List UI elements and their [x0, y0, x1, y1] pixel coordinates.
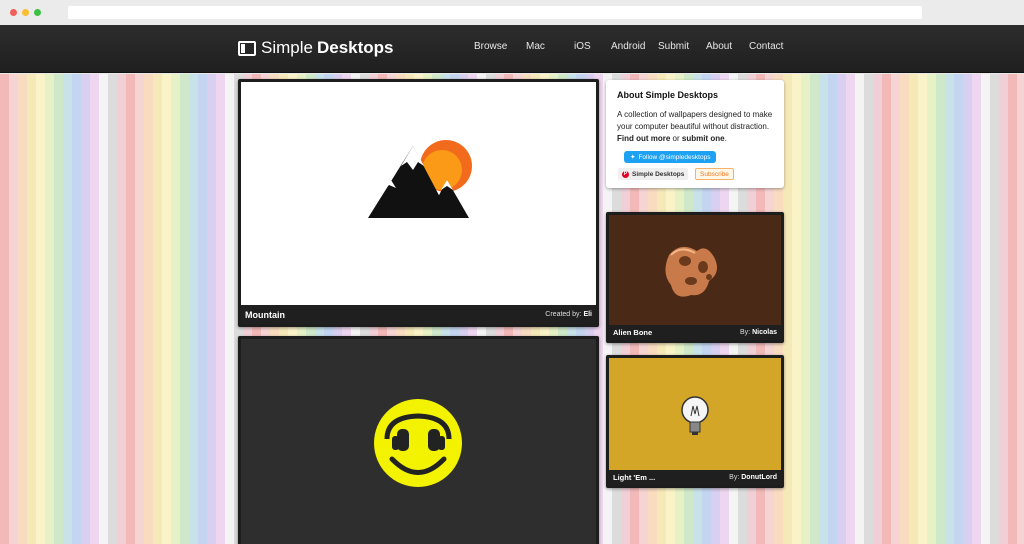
wallpaper-credit: By: DonutLord	[729, 474, 777, 481]
nav-submit[interactable]: Submit	[658, 41, 689, 52]
about-description: A collection of wallpapers designed to m…	[617, 110, 773, 131]
credit-author[interactable]: DonutLord	[741, 474, 777, 481]
wallpaper-caption: Alien Bone By: Nicolas	[609, 325, 781, 340]
nav-mac[interactable]: Mac	[526, 41, 545, 52]
nav-browse[interactable]: Browse	[474, 41, 507, 52]
twitter-follow-button[interactable]: ✦ Follow @simpledesktops	[624, 151, 717, 163]
browser-chrome	[0, 0, 1024, 25]
site-header: Simple Desktops Browse Mac iOS Android S…	[0, 25, 1024, 73]
nav-android[interactable]: Android	[611, 41, 645, 52]
about-heading: About Simple Desktops	[617, 90, 719, 100]
minimize-window-icon[interactable]	[22, 9, 29, 16]
wallpaper-credit: Created by: Eli	[545, 311, 592, 318]
pinterest-icon: P	[622, 170, 629, 178]
about-or: or	[670, 134, 682, 143]
find-out-more-link[interactable]: Find out more	[617, 134, 670, 143]
nav-about[interactable]: About	[706, 41, 732, 52]
wallpaper-card-light-em[interactable]: Light 'Em ... By: DonutLord	[606, 355, 784, 488]
credit-label: By:	[729, 474, 740, 481]
wallpaper-card-mountain[interactable]: Mountain Created by: Eli	[238, 79, 599, 327]
wallpaper-thumbnail[interactable]	[609, 358, 781, 470]
wallpaper-credit: By: Nicolas	[740, 329, 777, 336]
pinterest-label: Simple Desktops	[632, 170, 685, 178]
wallpaper-thumbnail[interactable]	[241, 339, 596, 544]
credit-author[interactable]: Eli	[583, 311, 592, 318]
main-nav: Browse Mac iOS Android Submit About Cont…	[0, 41, 1024, 57]
wallpaper-card-alien-bone[interactable]: Alien Bone By: Nicolas	[606, 212, 784, 343]
wallpaper-title[interactable]: Mountain	[245, 310, 285, 320]
about-period: .	[724, 134, 727, 143]
pinterest-button[interactable]: P Simple Desktops	[618, 168, 689, 180]
close-window-icon[interactable]	[10, 9, 17, 16]
smiley-headphones-illustration	[374, 399, 462, 487]
wallpaper-thumbnail[interactable]	[609, 215, 781, 325]
twitter-bird-icon: ✦	[630, 154, 636, 161]
maximize-window-icon[interactable]	[34, 9, 41, 16]
subscribe-button[interactable]: Subscribe	[695, 168, 734, 180]
wallpaper-card-smiley[interactable]	[238, 336, 599, 544]
mountain-sun-illustration	[368, 140, 472, 218]
credit-label: Created by:	[545, 311, 582, 318]
submit-one-link[interactable]: submit one	[682, 134, 725, 143]
credit-label: By:	[740, 329, 751, 336]
nav-contact[interactable]: Contact	[749, 41, 783, 52]
wallpaper-caption: Mountain Created by: Eli	[241, 305, 596, 324]
wallpaper-title[interactable]: Light 'Em ...	[613, 473, 655, 482]
wallpaper-title[interactable]: Alien Bone	[613, 328, 652, 337]
alien-bone-illustration	[665, 246, 717, 297]
nav-ios[interactable]: iOS	[574, 41, 591, 52]
credit-author[interactable]: Nicolas	[752, 329, 777, 336]
address-bar[interactable]	[68, 6, 922, 19]
wallpaper-thumbnail[interactable]	[241, 82, 596, 306]
about-text: A collection of wallpapers designed to m…	[617, 109, 773, 145]
twitter-follow-label: Follow @simpledesktops	[638, 153, 711, 161]
wallpaper-caption: Light 'Em ... By: DonutLord	[609, 470, 781, 485]
about-box: About Simple Desktops A collection of wa…	[606, 80, 784, 188]
lightbulb-illustration	[681, 396, 709, 435]
